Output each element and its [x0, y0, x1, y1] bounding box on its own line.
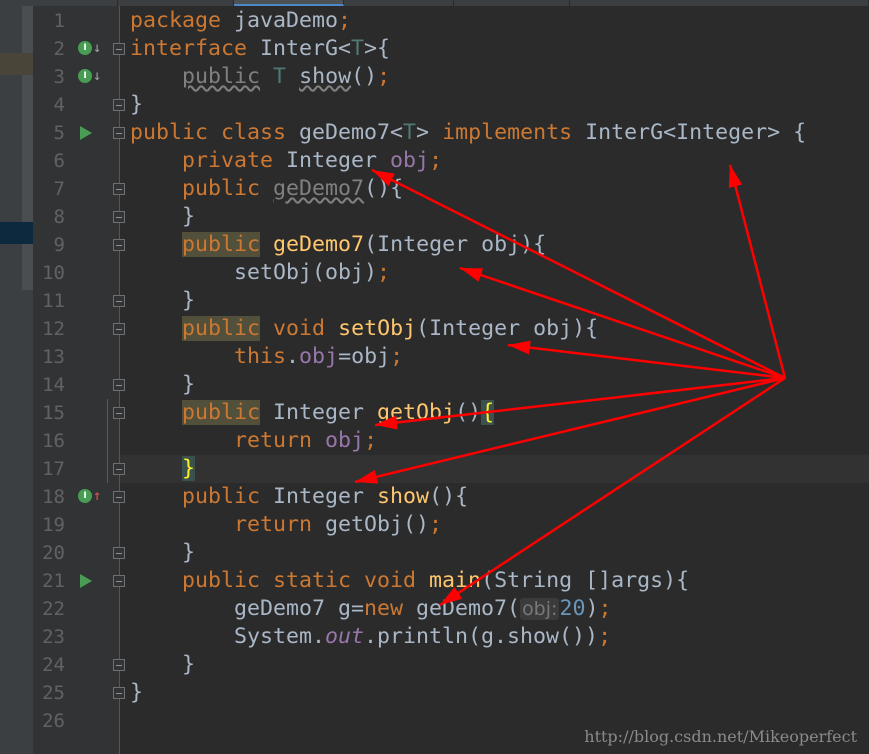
annotation-arrowhead	[355, 470, 379, 484]
annotation-arrow-line	[728, 164, 787, 379]
annotation-arrow-line	[371, 168, 786, 380]
annotation-arrow-line	[507, 343, 786, 380]
annotation-arrowhead	[440, 587, 463, 605]
annotation-arrowhead	[508, 340, 531, 355]
annotation-arrowhead	[375, 415, 398, 430]
annotation-arrows	[354, 164, 787, 607]
annotation-arrowhead	[372, 170, 395, 187]
annotation-arrowhead	[460, 268, 484, 282]
watermark: http://blog.csdn.net/Mikeoperfect	[584, 727, 857, 746]
annotation-arrowhead	[728, 165, 743, 189]
annotation-arrow-line	[354, 376, 786, 484]
annotation-arrow-line	[459, 266, 786, 380]
